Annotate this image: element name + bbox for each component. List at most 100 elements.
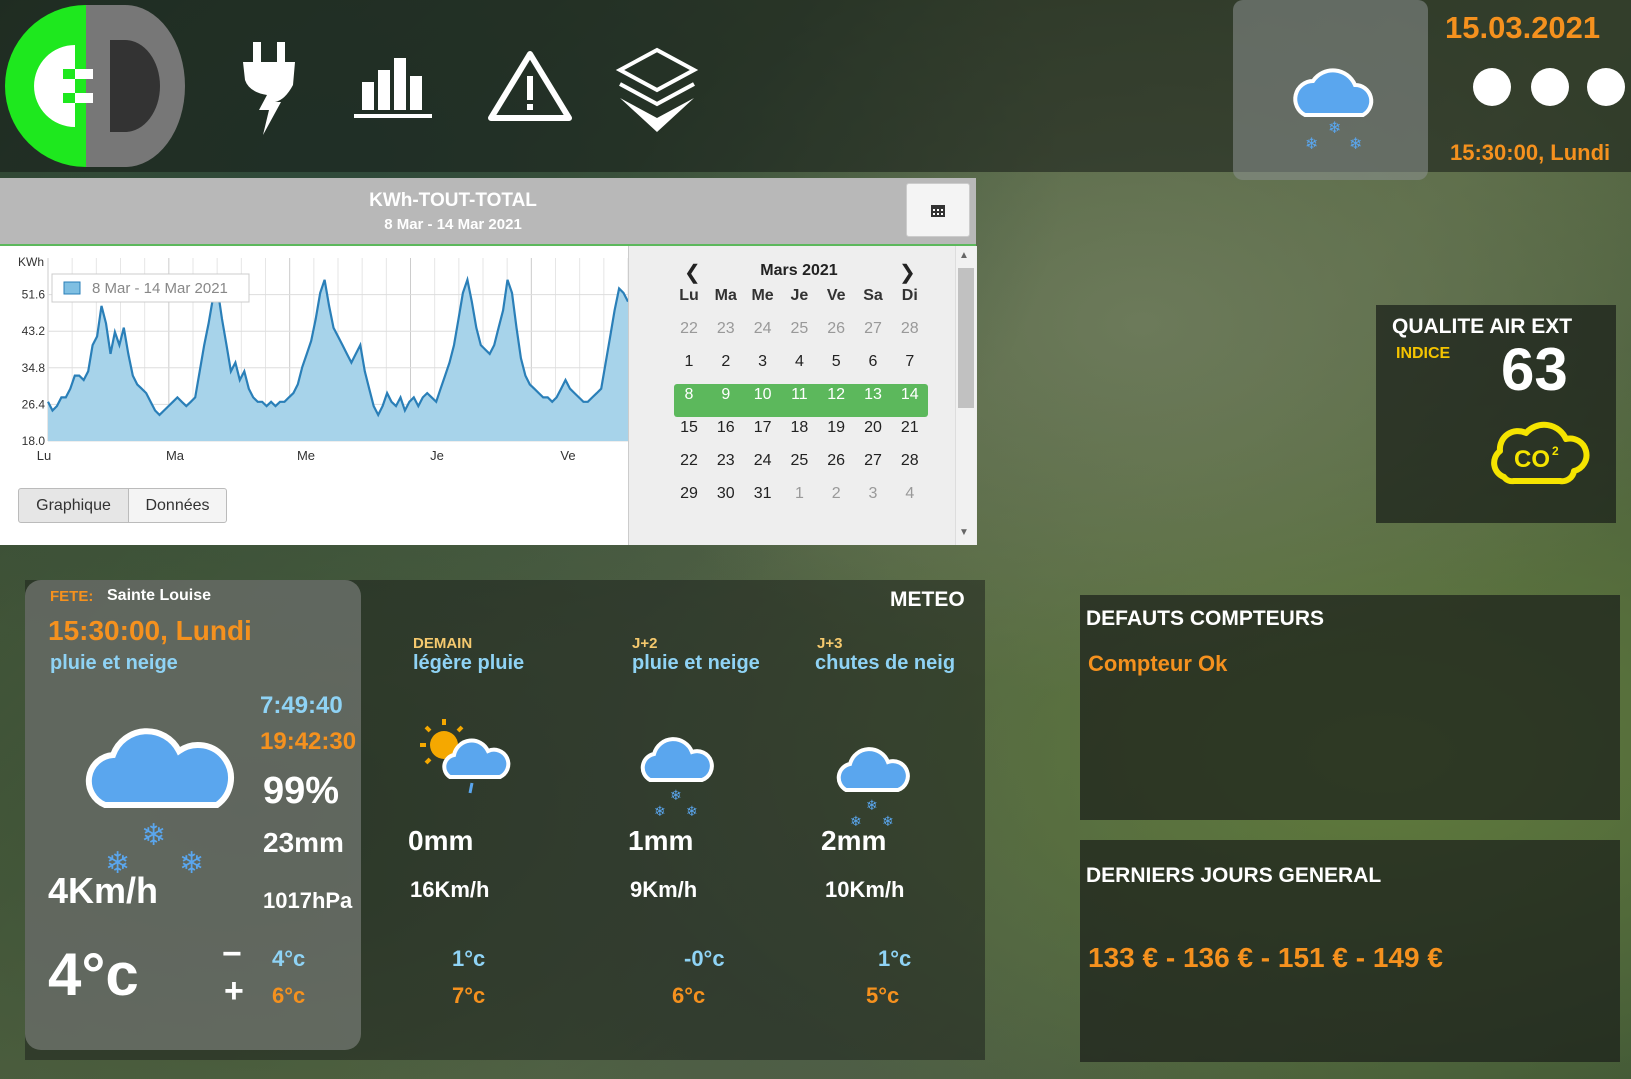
- current-temp: 4°c: [48, 941, 139, 1008]
- calendar-day[interactable]: 21: [892, 413, 928, 443]
- chart-title: KWh-TOUT-TOTAL: [369, 190, 537, 211]
- calendar-day[interactable]: 23: [708, 446, 744, 476]
- calendar-day[interactable]: 13: [855, 380, 891, 410]
- layers-icon[interactable]: [612, 40, 702, 135]
- scrollbar[interactable]: ▲ ▼: [955, 246, 976, 545]
- scrollbar-thumb[interactable]: [958, 268, 974, 408]
- calendar-day[interactable]: 4: [892, 479, 928, 509]
- calendar-day[interactable]: 26: [818, 314, 854, 344]
- scroll-up-icon[interactable]: ▲: [959, 250, 969, 261]
- calendar-day[interactable]: 24: [745, 314, 781, 344]
- y-tick-label: 26.4: [22, 397, 46, 411]
- svg-text:2: 2: [1552, 444, 1559, 458]
- calendar-day[interactable]: 10: [745, 380, 781, 410]
- svg-text:❄: ❄: [686, 804, 698, 820]
- calendar-weekday: Sa: [863, 287, 883, 304]
- wind-speed: 4Km/h: [48, 870, 159, 911]
- calendar-day[interactable]: 22: [671, 446, 707, 476]
- today-tmin: 4°c: [272, 946, 306, 971]
- chart-header: KWh-TOUT-TOTAL 8 Mar - 14 Mar 2021: [0, 178, 976, 246]
- svg-text:CO: CO: [1514, 446, 1550, 473]
- energy-chart[interactable]: 51.6 43.2 34.8 26.4 18.0 Lu Ma Me Je Ve KWh 8 Ma…: [0, 246, 628, 486]
- forecast-wind: 16Km/h: [410, 877, 490, 902]
- calendar-day[interactable]: 4: [781, 347, 817, 377]
- max-sign: +: [224, 972, 244, 1010]
- forecast-day-label: J+3: [817, 635, 843, 652]
- calendar-day[interactable]: 20: [855, 413, 891, 443]
- jours-title: DERNIERS JOURS GENERAL: [1086, 864, 1382, 887]
- calendar-weekday: Me: [751, 287, 774, 304]
- calendar-day[interactable]: 2: [708, 347, 744, 377]
- calendar-day[interactable]: 9: [708, 380, 744, 410]
- calendar-day[interactable]: 3: [745, 347, 781, 377]
- calendar-button[interactable]: [906, 183, 970, 237]
- forecast-day-label: DEMAIN: [413, 635, 473, 652]
- calendar-day[interactable]: 17: [745, 413, 781, 443]
- svg-text:❄: ❄: [1349, 134, 1362, 153]
- calendar-day[interactable]: 19: [818, 413, 854, 443]
- energy-chart-panel: KWh-TOUT-TOTAL 8 Mar - 14 Mar 2021 51.6 4…: [0, 178, 977, 545]
- calendar-weekday: Ve: [826, 287, 846, 304]
- calendar-day[interactable]: 11: [781, 380, 817, 410]
- forecast-wind: 9Km/h: [630, 877, 698, 902]
- calendar-day[interactable]: 28: [892, 446, 928, 476]
- cloud-snow-icon: ❄ ❄ ❄: [1293, 68, 1374, 153]
- status-dot: [1473, 68, 1511, 106]
- calendar-day[interactable]: 29: [671, 479, 707, 509]
- calendar-day[interactable]: 26: [818, 446, 854, 476]
- plug-lightning-icon[interactable]: [225, 40, 315, 135]
- tab-graphique[interactable]: Graphique: [18, 488, 129, 523]
- calendar-day[interactable]: 23: [708, 314, 744, 344]
- calendar-day[interactable]: 22: [671, 314, 707, 344]
- bar-chart-icon[interactable]: [350, 40, 440, 135]
- jours-values: 133 € - 136 € - 151 € - 149 €: [1088, 942, 1443, 973]
- calendar-day[interactable]: 27: [855, 446, 891, 476]
- calendar-day[interactable]: 31: [745, 479, 781, 509]
- app-logo: [5, 5, 185, 167]
- calendar-day[interactable]: 6: [855, 347, 891, 377]
- min-sign: −: [222, 935, 242, 973]
- calendar-day[interactable]: 5: [818, 347, 854, 377]
- calendar-day[interactable]: 28: [892, 314, 928, 344]
- scroll-down-icon[interactable]: ▼: [959, 527, 969, 538]
- warning-icon[interactable]: [485, 40, 575, 135]
- calendar-day[interactable]: 14: [892, 380, 928, 410]
- tab-donnees[interactable]: Données: [128, 488, 227, 523]
- calendar-day[interactable]: 2: [818, 479, 854, 509]
- calendar-day[interactable]: 25: [781, 446, 817, 476]
- forecast-rain: 1mm: [628, 825, 694, 856]
- calendar-day[interactable]: 3: [855, 479, 891, 509]
- cloud-snow-icon: ❄ ❄ ❄: [640, 737, 714, 820]
- x-tick-label: Ma: [166, 448, 185, 463]
- cloud-snow-icon: ❄ ❄ ❄: [85, 728, 234, 875]
- fete-label: FETE:: [50, 588, 94, 605]
- calendar-day[interactable]: 18: [781, 413, 817, 443]
- calendar-day[interactable]: 30: [708, 479, 744, 509]
- calendar-month: Mars 2021: [760, 262, 838, 279]
- forecast-tmax: 6°c: [672, 983, 706, 1008]
- calendar-day[interactable]: 27: [855, 314, 891, 344]
- x-tick-label: Je: [430, 448, 444, 463]
- defauts-status: Compteur Ok: [1088, 651, 1228, 676]
- calendar-day[interactable]: 24: [745, 446, 781, 476]
- calendar-day[interactable]: 1: [671, 347, 707, 377]
- air-index-value: 63: [1501, 336, 1568, 403]
- calendar-day[interactable]: 25: [781, 314, 817, 344]
- air-index-label: INDICE: [1396, 345, 1451, 362]
- calendar-day[interactable]: 12: [818, 380, 854, 410]
- forecast-tmin: -0°c: [684, 946, 725, 971]
- forecast-rain: 2mm: [821, 825, 887, 856]
- date-picker: ❮ Mars 2021 ❯ Lu Ma Me Je Ve Sa Di 22 23 24 25 26 27…: [628, 246, 977, 545]
- x-tick-label: Lu: [37, 448, 51, 463]
- calendar-day[interactable]: 7: [892, 347, 928, 377]
- calendar-day[interactable]: 16: [708, 413, 744, 443]
- calendar-day[interactable]: 8: [671, 380, 707, 410]
- calendar-day[interactable]: 1: [781, 479, 817, 509]
- y-tick-label: 34.8: [22, 361, 46, 375]
- svg-text:❄: ❄: [1305, 134, 1318, 153]
- chart-date-range: 8 Mar - 14 Mar 2021: [384, 216, 522, 233]
- sunset-time: 19:42:30: [260, 728, 357, 755]
- header-date: 15.03.2021: [1445, 10, 1601, 45]
- calendar-day[interactable]: 15: [671, 413, 707, 443]
- cloud-snow-icon: ❄ ❄ ❄: [836, 747, 910, 830]
